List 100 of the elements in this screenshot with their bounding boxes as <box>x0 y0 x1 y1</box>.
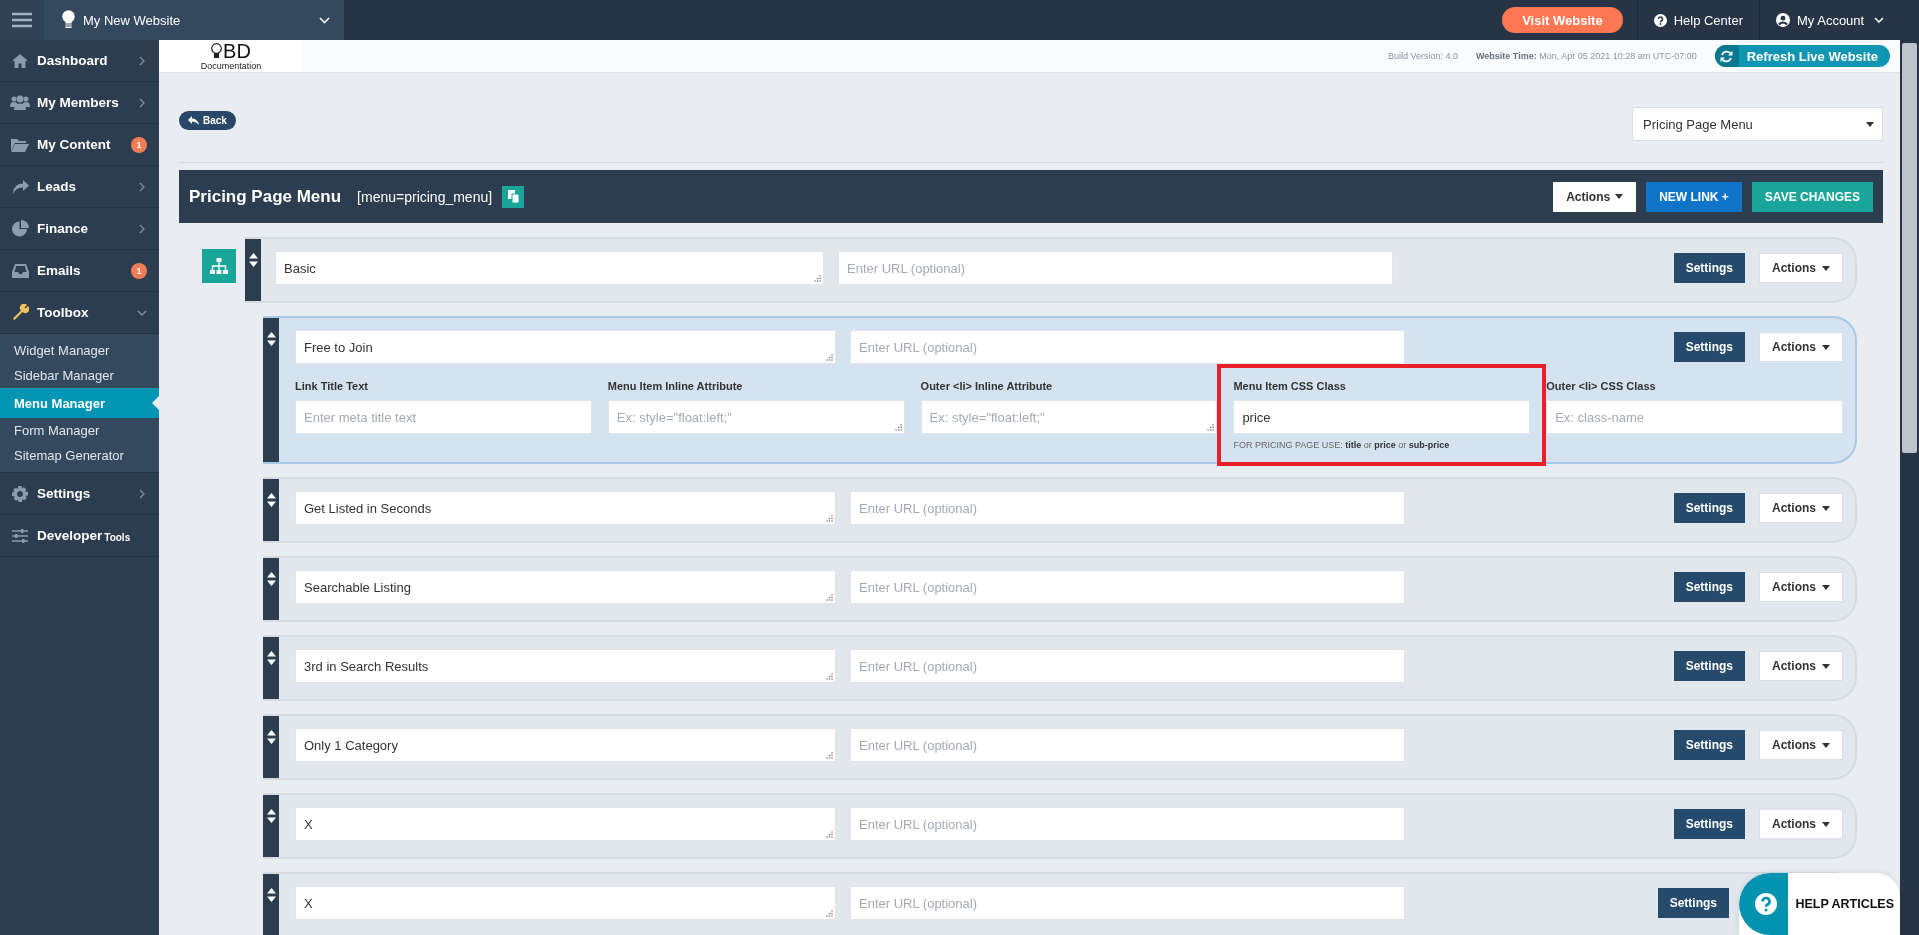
sitemap-icon[interactable] <box>202 249 236 283</box>
settings-button[interactable]: Settings <box>1673 493 1745 523</box>
link-title-text: X <box>304 816 313 832</box>
drag-handle[interactable] <box>263 318 279 462</box>
sidebar-subitem[interactable]: Widget Manager <box>0 338 159 363</box>
settings-button[interactable]: Settings <box>1673 332 1745 362</box>
resize-grip-icon[interactable] <box>826 752 833 759</box>
settings-button[interactable]: Settings <box>1657 888 1729 918</box>
scrollbar[interactable] <box>1900 40 1919 935</box>
link-title-field[interactable]: X <box>295 807 836 841</box>
link-title-field[interactable]: Only 1 Category <box>295 728 836 762</box>
sort-icon <box>266 809 276 823</box>
settings-button[interactable]: Settings <box>1673 572 1745 602</box>
settings-button[interactable]: Settings <box>1673 253 1745 283</box>
site-selector[interactable]: My New Website <box>44 0 344 40</box>
sidebar-subitem[interactable]: Form Manager <box>0 418 159 443</box>
panel-title: Pricing Page Menu <box>189 186 342 207</box>
resize-grip-icon[interactable] <box>814 275 821 282</box>
field-hint: FOR PRICING PAGE USE: title or price or sub-price <box>1233 440 1451 450</box>
drag-handle[interactable] <box>263 637 279 699</box>
drag-handle[interactable] <box>263 479 279 541</box>
chevron-down-icon <box>1874 17 1884 23</box>
lightbulb-icon <box>62 10 75 30</box>
link-title-text: X <box>304 895 313 911</box>
sidebar-item[interactable]: Settings <box>0 473 159 515</box>
lightbulb-icon <box>211 42 223 60</box>
count-badge: 1 <box>131 262 147 279</box>
caret-icon <box>1866 121 1874 127</box>
settings-button[interactable]: Settings <box>1673 730 1745 760</box>
copy-button[interactable] <box>502 185 525 208</box>
actions-dropdown-button[interactable]: Actions <box>1759 651 1843 681</box>
link-title-field[interactable]: Searchable Listing <box>295 570 836 604</box>
drag-handle[interactable] <box>245 239 261 301</box>
sidebar-item-suffix: Tools <box>104 531 131 543</box>
wrench-icon <box>11 304 29 321</box>
logo[interactable]: BD Documentation <box>159 40 303 72</box>
sort-icon <box>266 651 276 665</box>
help-articles-button[interactable]: HELP ARTICLES <box>1739 873 1900 935</box>
resize-grip-icon[interactable] <box>1207 424 1215 431</box>
sidebar-item[interactable]: Finance <box>0 208 159 250</box>
resize-grip-icon[interactable] <box>826 594 833 601</box>
copy-icon <box>507 190 519 203</box>
resize-grip-icon[interactable] <box>826 515 833 522</box>
actions-dropdown-button[interactable]: Actions <box>1759 730 1843 760</box>
resize-grip-icon[interactable] <box>826 831 833 838</box>
my-account-menu[interactable]: My Account <box>1760 12 1900 28</box>
count-badge: 1 <box>131 136 147 153</box>
sidebar-item[interactable]: My Members <box>0 82 159 124</box>
drag-handle[interactable] <box>263 795 279 857</box>
reply-arrow-icon <box>188 116 199 125</box>
actions-dropdown-button[interactable]: Actions <box>1759 253 1843 283</box>
pie-chart-icon <box>11 220 29 237</box>
sidebar-subitem[interactable]: Sitemap Generator <box>0 443 159 468</box>
new-link-button[interactable]: NEW LINK + <box>1646 181 1742 212</box>
sidebar-item[interactable]: Emails 1 <box>0 250 159 292</box>
actions-dropdown-button[interactable]: Actions <box>1759 572 1843 602</box>
link-title-field[interactable]: Get Listed in Seconds <box>295 491 836 525</box>
settings-icon <box>12 485 28 502</box>
refresh-icon <box>1720 49 1734 63</box>
menu-button[interactable] <box>0 0 44 40</box>
sidebar-item[interactable]: Leads <box>0 166 159 208</box>
link-title-field[interactable]: X <box>295 886 836 920</box>
resize-grip-icon[interactable] <box>826 910 833 917</box>
resize-grip-icon[interactable] <box>826 354 833 361</box>
link-title-field[interactable]: 3rd in Search Results <box>295 649 836 683</box>
settings-button[interactable]: Settings <box>1673 809 1745 839</box>
link-title-text: Get Listed in Seconds <box>304 500 432 516</box>
actions-dropdown-button[interactable]: Actions <box>1759 809 1843 839</box>
sort-icon <box>266 730 276 744</box>
resize-grip-icon[interactable] <box>894 424 902 431</box>
sidebar-item[interactable]: DeveloperTools <box>0 515 159 557</box>
share-arrow-icon <box>11 179 29 194</box>
actions-dropdown-button[interactable]: Actions <box>1759 332 1843 362</box>
link-title-field[interactable]: Free to Join <box>295 330 836 364</box>
link-title-text: Free to Join <box>304 339 373 355</box>
help-icon <box>1754 893 1777 915</box>
drag-handle[interactable] <box>263 558 279 620</box>
sort-icon <box>266 572 276 586</box>
folder-icon <box>11 137 29 152</box>
text-field[interactable]: price <box>1233 400 1531 434</box>
settings-button[interactable]: Settings <box>1673 651 1745 681</box>
users-icon <box>10 95 30 110</box>
back-button[interactable]: Back <box>179 111 236 130</box>
sidebar-item[interactable]: Dashboard <box>0 40 159 82</box>
sidebar-subitem[interactable]: Sidebar Manager <box>0 363 159 388</box>
menu-select[interactable]: Pricing Page Menu <box>1632 107 1883 141</box>
resize-grip-icon[interactable] <box>826 673 833 680</box>
sidebar-subitem[interactable]: Menu Manager <box>0 388 159 418</box>
actions-dropdown-button[interactable]: Actions <box>1759 493 1843 523</box>
drag-handle[interactable] <box>263 874 279 935</box>
sort-icon <box>248 253 258 267</box>
help-center-link[interactable]: Help Center <box>1637 12 1759 28</box>
caret-icon <box>1822 742 1830 748</box>
actions-dropdown-button[interactable]: Actions <box>1553 181 1637 212</box>
caret-icon <box>1615 194 1624 199</box>
drag-handle[interactable] <box>263 716 279 778</box>
caret-icon <box>1822 584 1830 590</box>
link-title-field[interactable]: Basic <box>275 251 824 285</box>
caret-icon <box>1822 663 1830 669</box>
sidebar-item[interactable]: My Content 1 <box>0 124 159 166</box>
